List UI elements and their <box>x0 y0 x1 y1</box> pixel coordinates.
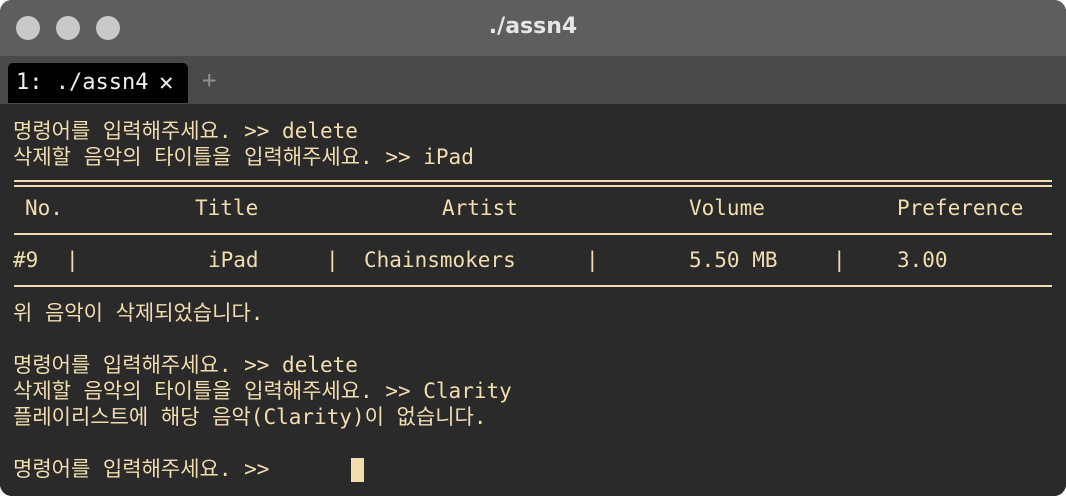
output-line: 명령어를 입력해주세요. >> delete <box>13 119 358 143</box>
row-no: #9 <box>13 248 39 272</box>
row-artist: Chainsmokers <box>364 248 516 272</box>
title-bar: ./assn4 <box>0 0 1066 56</box>
row-separator: | <box>586 248 599 272</box>
header-volume: Volume <box>689 196 765 220</box>
output-line: 삭제할 음악의 타이틀을 입력해주세요. >> Clarity <box>13 379 512 403</box>
tab-bar: 1: ./assn4 ✕ + <box>0 56 1066 104</box>
output-line: 명령어를 입력해주세요. >> delete <box>13 353 358 377</box>
table-divider <box>14 233 1052 235</box>
row-title: iPad <box>208 248 259 272</box>
output-line: 삭제할 음악의 타이틀을 입력해주세요. >> iPad <box>13 145 474 169</box>
plus-icon[interactable]: + <box>202 66 216 94</box>
header-title: Title <box>195 196 259 220</box>
header-preference: Preference <box>897 196 1024 220</box>
row-separator: | <box>833 248 846 272</box>
row-preference: 3.00 <box>897 248 948 272</box>
row-separator: | <box>66 248 79 272</box>
terminal-output[interactable]: 명령어를 입력해주세요. >> delete 삭제할 음악의 타이틀을 입력해주… <box>0 104 1066 496</box>
table-divider <box>14 185 1052 187</box>
row-separator: | <box>326 248 339 272</box>
output-line: 플레이리스트에 해당 음악(Clarity)이 없습니다. <box>13 405 487 429</box>
text-cursor <box>351 458 364 482</box>
header-no: No. <box>25 196 63 220</box>
table-divider <box>14 285 1052 287</box>
table-divider <box>14 180 1052 182</box>
terminal-window: ./assn4 1: ./assn4 ✕ + 명령어를 입력해주세요. >> d… <box>0 0 1066 496</box>
output-line: 위 음악이 삭제되었습니다. <box>13 301 264 325</box>
close-icon[interactable]: ✕ <box>159 68 173 96</box>
prompt-line: 명령어를 입력해주세요. >> <box>13 457 283 481</box>
tab-assn4[interactable]: 1: ./assn4 ✕ <box>8 63 188 103</box>
window-title: ./assn4 <box>488 14 578 39</box>
row-volume: 5.50 MB <box>689 248 778 272</box>
tab-label: 1: ./assn4 <box>16 70 149 95</box>
header-artist: Artist <box>442 196 518 220</box>
